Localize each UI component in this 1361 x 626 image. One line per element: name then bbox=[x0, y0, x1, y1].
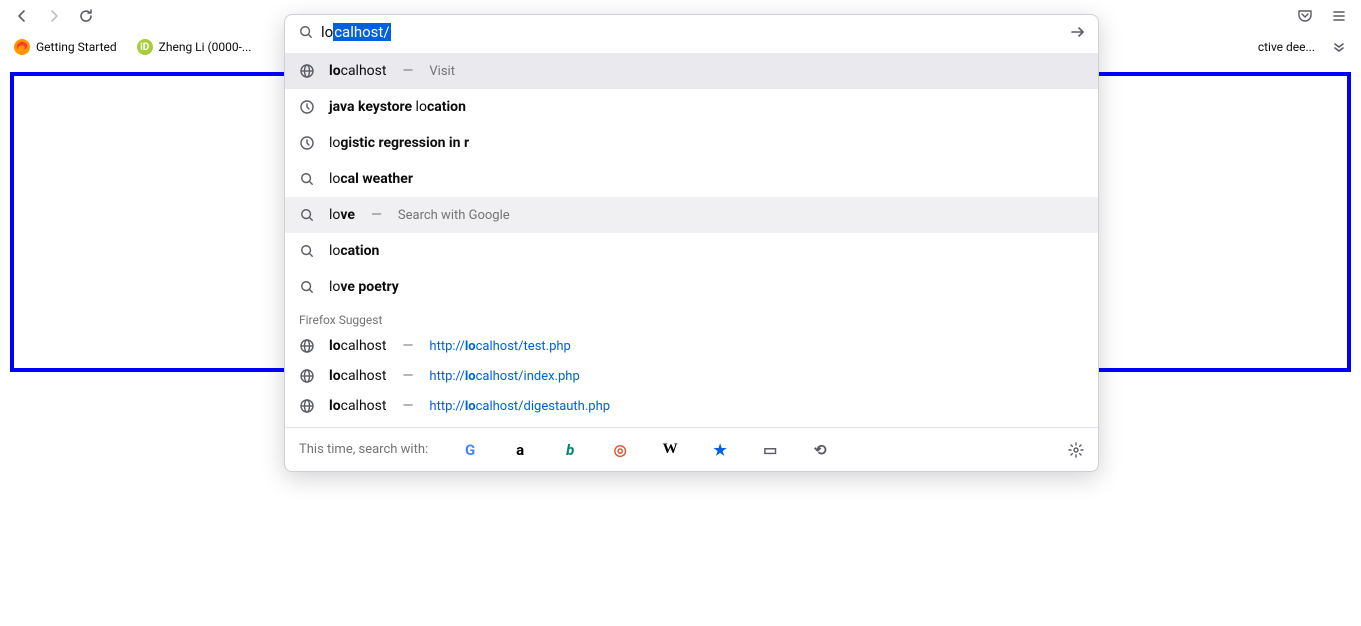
suggestion-row[interactable]: localhost — Visit bbox=[285, 53, 1098, 89]
suggestion-text: local weather bbox=[329, 171, 413, 187]
history-row[interactable]: localhost — http://localhost/index.php bbox=[285, 361, 1098, 391]
go-button[interactable] bbox=[1066, 20, 1090, 44]
search-icon bbox=[299, 172, 315, 186]
suggestion-text: love bbox=[329, 207, 355, 223]
globe-icon bbox=[299, 63, 315, 79]
suggestions-list: localhost — Visit java keystore location… bbox=[285, 49, 1098, 421]
search-icon bbox=[299, 280, 315, 294]
reload-button[interactable] bbox=[72, 2, 100, 30]
suggestion-row[interactable]: java keystore location bbox=[285, 89, 1098, 125]
engine-label: This time, search with: bbox=[299, 442, 428, 457]
history-title: localhost bbox=[329, 398, 386, 414]
engine-tabs[interactable]: ▭ bbox=[756, 436, 784, 464]
forward-button[interactable] bbox=[40, 2, 68, 30]
suggestion-text: java keystore location bbox=[329, 99, 466, 115]
separator: — bbox=[402, 63, 413, 79]
urlbar-autocomplete: calhost/ bbox=[333, 23, 390, 41]
bookmark-getting-started[interactable]: Getting Started bbox=[10, 36, 121, 58]
history-title: localhost bbox=[329, 368, 386, 384]
suggestion-hint: Visit bbox=[429, 64, 455, 79]
suggestion-text: love poetry bbox=[329, 279, 399, 295]
separator: — bbox=[402, 368, 413, 384]
separator: — bbox=[402, 338, 413, 354]
suggestion-row[interactable]: logistic regression in r bbox=[285, 125, 1098, 161]
suggestion-hint: Search with Google bbox=[398, 208, 510, 223]
firefox-suggest-label: Firefox Suggest bbox=[285, 305, 1098, 331]
urlbar-dropdown: localhost/ localhost — Visit bbox=[284, 14, 1099, 472]
bookmark-label: Zheng Li (0000-... bbox=[159, 40, 252, 54]
globe-icon bbox=[299, 398, 315, 414]
search-icon bbox=[299, 25, 313, 39]
engine-duckduckgo[interactable]: ◎ bbox=[606, 436, 634, 464]
history-row[interactable]: localhost — http://localhost/digestauth.… bbox=[285, 391, 1098, 421]
firefox-icon bbox=[14, 39, 30, 55]
orcid-icon: iD bbox=[137, 39, 153, 55]
search-icon bbox=[299, 208, 315, 222]
suggestion-text: location bbox=[329, 243, 379, 259]
suggestion-text: localhost bbox=[329, 63, 386, 79]
suggestion-row[interactable]: location bbox=[285, 233, 1098, 269]
engine-google[interactable]: G bbox=[456, 436, 484, 464]
urlbar-typed: lo bbox=[321, 23, 333, 41]
history-url: http://localhost/digestauth.php bbox=[429, 399, 610, 414]
urlbar-input[interactable]: localhost/ bbox=[319, 23, 1066, 41]
history-url: http://localhost/index.php bbox=[429, 369, 579, 384]
history-title: localhost bbox=[329, 338, 386, 354]
globe-icon bbox=[299, 368, 315, 384]
suggestion-text: logistic regression in r bbox=[329, 135, 469, 151]
browser-toolbar: localhost/ localhost — Visit bbox=[0, 0, 1361, 32]
engine-wikipedia[interactable]: W bbox=[656, 436, 684, 464]
suggestion-row[interactable]: local weather bbox=[285, 161, 1098, 197]
toolbar-right bbox=[1291, 2, 1353, 30]
engine-bing[interactable]: b bbox=[556, 436, 584, 464]
urlbar-input-row[interactable]: localhost/ bbox=[285, 15, 1098, 49]
bookmark-label: Getting Started bbox=[36, 40, 117, 54]
engine-amazon[interactable]: a bbox=[506, 436, 534, 464]
pocket-button[interactable] bbox=[1291, 2, 1319, 30]
bookmark-orcid[interactable]: iD Zheng Li (0000-... bbox=[133, 36, 256, 58]
search-engine-row: This time, search with: G a b ◎ W ★ ▭ ⟲ bbox=[285, 427, 1098, 471]
search-icon bbox=[299, 244, 315, 258]
engine-bookmarks[interactable]: ★ bbox=[706, 436, 734, 464]
globe-icon bbox=[299, 338, 315, 354]
suggestion-row[interactable]: love poetry bbox=[285, 269, 1098, 305]
history-url: http://localhost/test.php bbox=[429, 339, 570, 354]
bookmarks-overflow-button[interactable] bbox=[1327, 35, 1351, 59]
history-icon bbox=[299, 99, 315, 115]
gear-icon[interactable] bbox=[1068, 442, 1084, 458]
bookmark-truncated[interactable]: ctive dee... bbox=[1258, 40, 1315, 54]
separator: — bbox=[402, 398, 413, 414]
separator: — bbox=[371, 207, 382, 223]
back-button[interactable] bbox=[8, 2, 36, 30]
suggestion-row[interactable]: love — Search with Google bbox=[285, 197, 1098, 233]
history-row[interactable]: localhost — http://localhost/test.php bbox=[285, 331, 1098, 361]
engine-history[interactable]: ⟲ bbox=[806, 436, 834, 464]
history-icon bbox=[299, 135, 315, 151]
app-menu-button[interactable] bbox=[1325, 2, 1353, 30]
